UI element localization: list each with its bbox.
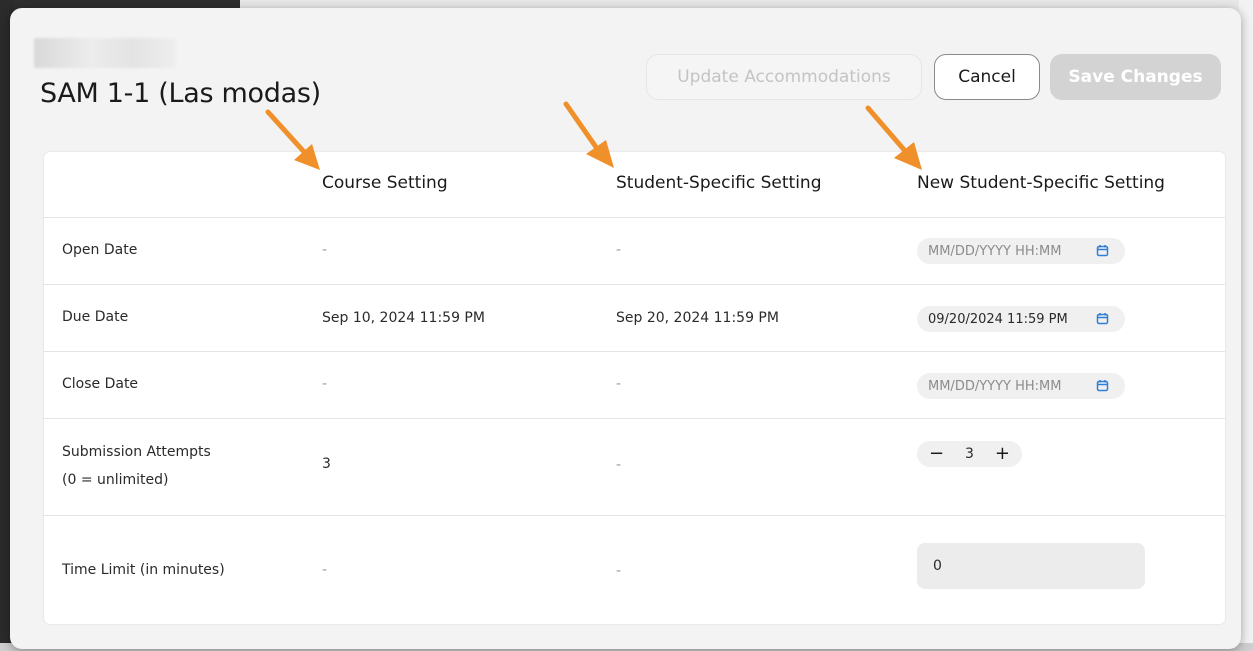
decrement-button[interactable]: − [929,445,944,463]
row-label: Due Date [62,309,129,325]
column-header-student: Student-Specific Setting [616,173,822,193]
accommodations-modal: SAM 1-1 (Las modas) Update Accommodation… [10,8,1241,649]
table-row-time-limit: Time Limit (in minutes) - - 0 [44,516,1225,624]
date-placeholder: MM/DD/YYYY HH:MM [928,378,1062,394]
increment-button[interactable]: + [995,445,1010,463]
row-label-line: (0 = unlimited) [62,472,169,488]
save-changes-button[interactable]: Save Changes [1050,54,1221,100]
settings-table: Course Setting Student-Specific Setting … [44,152,1225,624]
update-accommodations-button[interactable]: Update Accommodations [646,54,922,100]
course-value: - [322,376,328,392]
table-row-due-date: Due Date Sep 10, 2024 11:59 PM Sep 20, 2… [44,285,1225,352]
student-value: - [616,563,622,579]
redacted-block [34,38,176,68]
row-label: Time Limit (in minutes) [62,562,225,578]
column-header-new-student: New Student-Specific Setting [917,173,1165,193]
student-value: - [616,457,622,473]
arrow-annotation [265,109,320,170]
calendar-icon[interactable] [1096,312,1109,325]
due-date-input[interactable]: 09/20/2024 11:59 PM [917,306,1125,332]
column-header-course: Course Setting [322,173,448,193]
close-date-input[interactable]: MM/DD/YYYY HH:MM [917,373,1125,399]
table-row-close-date: Close Date - - MM/DD/YYYY HH:MM [44,352,1225,419]
cancel-button[interactable]: Cancel [934,54,1040,100]
arrow-annotation [865,105,922,170]
date-placeholder: MM/DD/YYYY HH:MM [928,243,1062,259]
modal-title: SAM 1-1 (Las modas) [40,78,321,109]
student-value: - [616,376,622,392]
row-label: Open Date [62,242,138,258]
open-date-input[interactable]: MM/DD/YYYY HH:MM [917,238,1125,264]
time-limit-input[interactable]: 0 [917,543,1145,589]
student-value: Sep 20, 2024 11:59 PM [616,310,779,326]
calendar-icon[interactable] [1096,244,1109,257]
table-row-submission-attempts: Submission Attempts (0 = unlimited) 3 - … [44,419,1225,516]
course-value: 3 [322,456,331,472]
calendar-icon[interactable] [1096,379,1109,392]
backdrop [1239,0,1253,651]
course-value: - [322,562,328,578]
row-label-line: Submission Attempts [62,444,211,460]
arrow-annotation [563,101,614,168]
student-value: - [616,242,622,258]
date-value: 09/20/2024 11:59 PM [928,311,1068,327]
course-value: Sep 10, 2024 11:59 PM [322,310,485,326]
row-label: Submission Attempts (0 = unlimited) [62,438,262,494]
course-value: - [322,242,328,258]
stepper-value: 3 [965,446,974,462]
time-limit-value: 0 [933,558,942,574]
row-label: Close Date [62,376,139,392]
table-row-open-date: Open Date - - MM/DD/YYYY HH:MM [44,218,1225,285]
attempts-stepper[interactable]: − 3 + [917,441,1022,467]
table-header: Course Setting Student-Specific Setting … [44,152,1225,218]
